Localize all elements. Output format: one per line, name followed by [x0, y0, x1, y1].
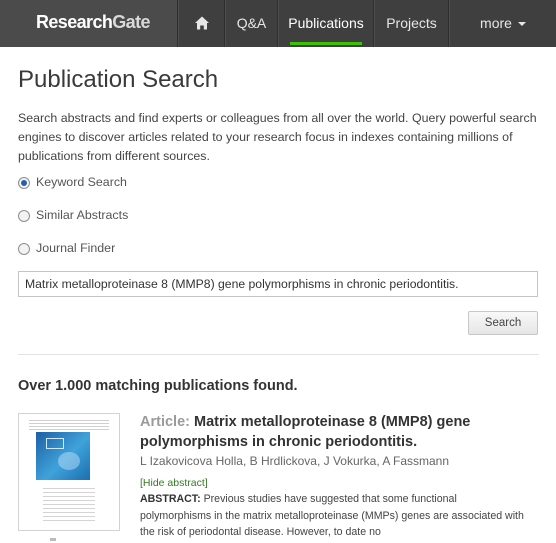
- journal-cover-image: [36, 432, 90, 480]
- result-title-link[interactable]: Matrix metalloproteinase 8 (MMP8) gene p…: [140, 414, 470, 450]
- nav-publications[interactable]: Publications: [277, 0, 374, 47]
- nav-more[interactable]: more: [448, 0, 556, 47]
- section-divider: [18, 354, 539, 355]
- cover-graphic: [58, 452, 80, 470]
- page-intro: Search abstracts and find experts or col…: [18, 111, 537, 163]
- logo-text-research: Research: [36, 12, 113, 32]
- nav-more-label: more: [480, 15, 512, 31]
- nav-projects-label: Projects: [386, 15, 437, 31]
- nav-home[interactable]: [177, 0, 225, 47]
- researchgate-logo[interactable]: ResearchGate: [36, 12, 150, 33]
- nav-publications-label: Publications: [288, 15, 364, 31]
- result-authors: L Izakovicova Holla, B Hrdlickova, J Vok…: [140, 454, 450, 468]
- nav-qa-label: Q&A: [236, 15, 267, 31]
- nav-qa[interactable]: Q&A: [224, 0, 278, 47]
- page-title: Publication Search: [18, 66, 219, 93]
- radio-label[interactable]: Journal Finder: [36, 241, 115, 255]
- radio-button-checked[interactable]: [18, 177, 30, 189]
- radio-label[interactable]: Similar Abstracts: [36, 208, 128, 222]
- result-type-label: Article:: [140, 414, 190, 430]
- thumbnail-body-text: [43, 488, 95, 522]
- nav-projects[interactable]: Projects: [373, 0, 449, 47]
- radio-label[interactable]: Keyword Search: [36, 175, 127, 189]
- search-input[interactable]: [18, 271, 538, 297]
- publication-thumbnail[interactable]: [18, 413, 120, 531]
- thumbnail-caption-mark: [50, 538, 56, 541]
- hide-abstract-link[interactable]: [Hide abstract]: [140, 477, 208, 489]
- top-navigation-bar: ResearchGate Q&A Publications Projects m…: [0, 0, 556, 47]
- logo-text-gate: Gate: [112, 12, 150, 32]
- result-title: Article: Matrix metalloproteinase 8 (MMP…: [140, 412, 540, 452]
- thumbnail-header-text: [29, 420, 109, 430]
- home-icon: [195, 16, 209, 30]
- chevron-down-icon: [517, 22, 526, 27]
- brand-area: ResearchGate: [0, 0, 177, 47]
- search-button[interactable]: Search: [468, 311, 538, 335]
- result-abstract: ABSTRACT: Previous studies have suggeste…: [140, 491, 525, 541]
- abstract-label: ABSTRACT:: [140, 493, 201, 505]
- results-count: Over 1.000 matching publications found.: [18, 378, 298, 394]
- cover-logo: [46, 438, 64, 449]
- radio-button[interactable]: [18, 243, 30, 255]
- radio-button[interactable]: [18, 210, 30, 222]
- active-tab-indicator: [290, 42, 362, 45]
